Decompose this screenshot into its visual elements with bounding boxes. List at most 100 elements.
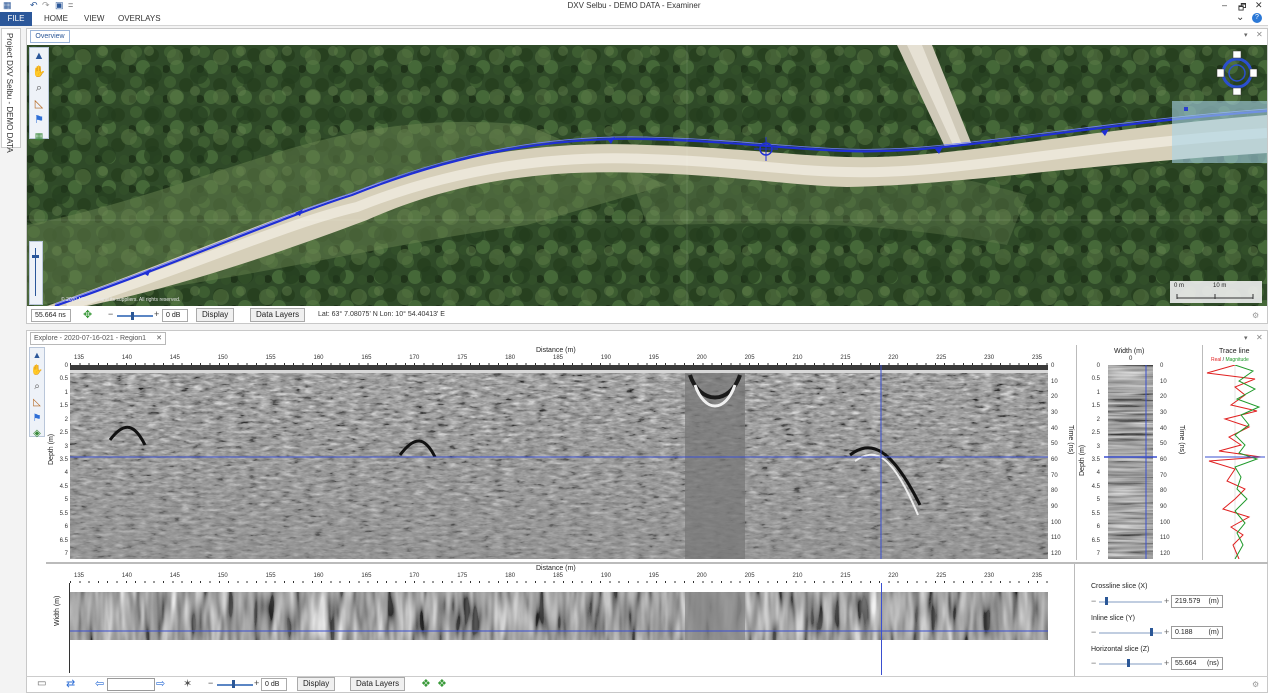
explore-tab-label: Explore - 2020-07-16-021 - Region1	[34, 335, 147, 342]
slice-width-label-wrap: Width (m)	[54, 590, 64, 630]
gain-slider-thumb[interactable]	[232, 680, 235, 688]
gain-slider-thumb[interactable]	[131, 312, 134, 320]
axis-tick-label: 225	[936, 573, 947, 579]
trace-line-plot[interactable]	[1205, 365, 1265, 559]
axis-tick-label: 5.5	[1091, 510, 1100, 517]
horizontal-input[interactable]: 55.664 (ns)	[1171, 657, 1223, 670]
width-panel-depth-axis: 0 0.5 1 1.5 2 2.5 3 3.5 4 4.5 5 5.5 6 6.5 7	[1088, 363, 1102, 559]
close-button[interactable]: ✕	[1255, 0, 1263, 11]
axis-tick-label: 1	[64, 389, 68, 396]
migration-icon[interactable]: ❖	[421, 677, 431, 690]
axis-tick-label: 140	[121, 355, 132, 361]
axis-tick-label: 5	[64, 497, 68, 504]
axis-tick-label: 30	[1051, 410, 1058, 416]
inline-slider-thumb[interactable]	[1150, 628, 1153, 636]
horizontal-minus[interactable]: −	[1091, 658, 1096, 668]
panel-menu-icon[interactable]: ▾	[1244, 31, 1248, 39]
width-time-label-wrap: Time (ns)	[1177, 425, 1187, 465]
crossline-minus[interactable]: −	[1091, 596, 1096, 606]
crossline-slider-thumb[interactable]	[1105, 597, 1108, 605]
crossline-unit: (m)	[1208, 598, 1220, 605]
radargram-view[interactable]	[70, 365, 1048, 559]
gain-minus-button[interactable]: −	[108, 309, 113, 319]
gain-slider[interactable]	[117, 315, 153, 317]
tab-view[interactable]: VIEW	[84, 14, 104, 23]
crosshair-icon[interactable]: ✥	[83, 308, 92, 321]
horizontal-slider-thumb[interactable]	[1127, 659, 1131, 667]
gain-value[interactable]: 0 dB	[162, 309, 188, 322]
display-button[interactable]: Display	[297, 677, 336, 691]
axis-tick-label: 185	[553, 355, 564, 361]
display-button[interactable]: Display	[196, 308, 235, 322]
zoom-slider-thumb[interactable]	[32, 255, 39, 258]
axis-tick-label: 225	[936, 355, 947, 361]
tab-close-icon[interactable]: ✕	[156, 333, 162, 344]
tab-overlays[interactable]: OVERLAYS	[118, 14, 161, 23]
panel-splitter[interactable]	[46, 562, 1268, 564]
inline-plus[interactable]: +	[1164, 627, 1169, 637]
axis-tick-label: 195	[648, 355, 659, 361]
axis-tick-label: 200	[696, 355, 707, 361]
explore-panel-menu-icon[interactable]: ▾	[1244, 334, 1248, 342]
settings-gear-icon[interactable]: ⚙	[1252, 311, 1259, 320]
auto-gain-icon[interactable]: ✶	[183, 677, 192, 690]
horizontal-slice-view[interactable]	[70, 592, 1048, 640]
crossline-plus[interactable]: +	[1164, 596, 1169, 606]
zoom-slider[interactable]	[29, 241, 43, 305]
axis-tick-label: 110	[1051, 535, 1061, 542]
layout-toggle-icon[interactable]: ▭	[37, 678, 46, 689]
tab-explore[interactable]: Explore - 2020-07-16-021 - Region1 ✕	[30, 332, 166, 345]
radargram-x-title: Distance (m)	[536, 347, 576, 354]
trace-position-input[interactable]	[107, 678, 155, 691]
axis-tick-label: 100	[1160, 519, 1171, 526]
inline-input[interactable]: 0.188 (m)	[1171, 626, 1223, 639]
axis-tick-label: 60	[1051, 457, 1058, 463]
slice-crossline-marker	[881, 583, 882, 675]
grid-tool-icon[interactable]: ▦	[30, 127, 48, 145]
inline-minus[interactable]: −	[1091, 627, 1096, 637]
width-panel-depth-label: Depth (m)	[1079, 444, 1086, 476]
axis-tick-label: 100	[1051, 519, 1062, 526]
gain-plus-button[interactable]: +	[154, 309, 159, 319]
settings-gear-icon[interactable]: ⚙	[1252, 680, 1259, 689]
help-icon[interactable]: ?	[1252, 13, 1262, 23]
navigate-forward-icon[interactable]: ⇨	[156, 677, 165, 690]
axis-tick-label: 30	[1160, 410, 1167, 416]
file-tab[interactable]: FILE	[0, 12, 32, 26]
trace-legend-real: Real	[1211, 357, 1222, 363]
navigate-back-icon[interactable]: ⇦	[95, 677, 104, 690]
layer-tool-icon[interactable]: ◈	[28, 425, 46, 443]
axis-tick-label: 120	[1160, 551, 1171, 557]
axis-tick-label: 6	[64, 524, 68, 531]
data-layers-button[interactable]: Data Layers	[350, 677, 406, 691]
data-layers-button[interactable]: Data Layers	[250, 308, 306, 322]
tab-home[interactable]: HOME	[44, 14, 68, 23]
minimize-button[interactable]: –	[1222, 0, 1227, 10]
gain-plus-button[interactable]: +	[254, 678, 259, 688]
axis-tick-label: 235	[1032, 355, 1043, 361]
map-canvas[interactable]	[27, 45, 1267, 306]
panel-close-icon[interactable]: ✕	[1256, 30, 1263, 39]
width-crosssection-view[interactable]	[1104, 365, 1157, 559]
inline-value: 0.188	[1175, 629, 1193, 636]
migration-apply-icon[interactable]: ❖	[437, 677, 447, 690]
project-side-tab[interactable]: Project DXV Selbu - DEMO DATA	[1, 28, 21, 153]
gain-value[interactable]: 0 dB	[261, 678, 287, 691]
gain-minus-button[interactable]: −	[208, 678, 213, 688]
tab-overview[interactable]: Overview	[30, 30, 70, 43]
trace-legend-magnitude: Magnitude	[1225, 357, 1249, 363]
satellite-map[interactable]: ▲ ✋ ⌕ ◺ ⚑ ▦ © 2020 Microsoft and its sup…	[27, 45, 1267, 306]
axis-tick-label: 215	[840, 355, 851, 361]
horizontal-slider[interactable]	[1099, 663, 1162, 665]
axis-tick-label: 210	[792, 573, 803, 579]
horizontal-plus[interactable]: +	[1164, 658, 1169, 668]
gain-slider[interactable]	[217, 684, 253, 686]
swap-icon[interactable]: ⇄	[66, 677, 75, 690]
axis-tick-label: 3.5	[1091, 457, 1100, 463]
axis-tick-label: 220	[888, 573, 899, 579]
crossline-slider[interactable]	[1099, 601, 1162, 603]
explore-panel-close-icon[interactable]: ✕	[1256, 333, 1263, 342]
crossline-input[interactable]: 219.579 (m)	[1171, 595, 1223, 608]
collapse-ribbon-icon[interactable]: ⌄	[1236, 12, 1244, 23]
axis-tick-label: 170	[409, 573, 420, 579]
